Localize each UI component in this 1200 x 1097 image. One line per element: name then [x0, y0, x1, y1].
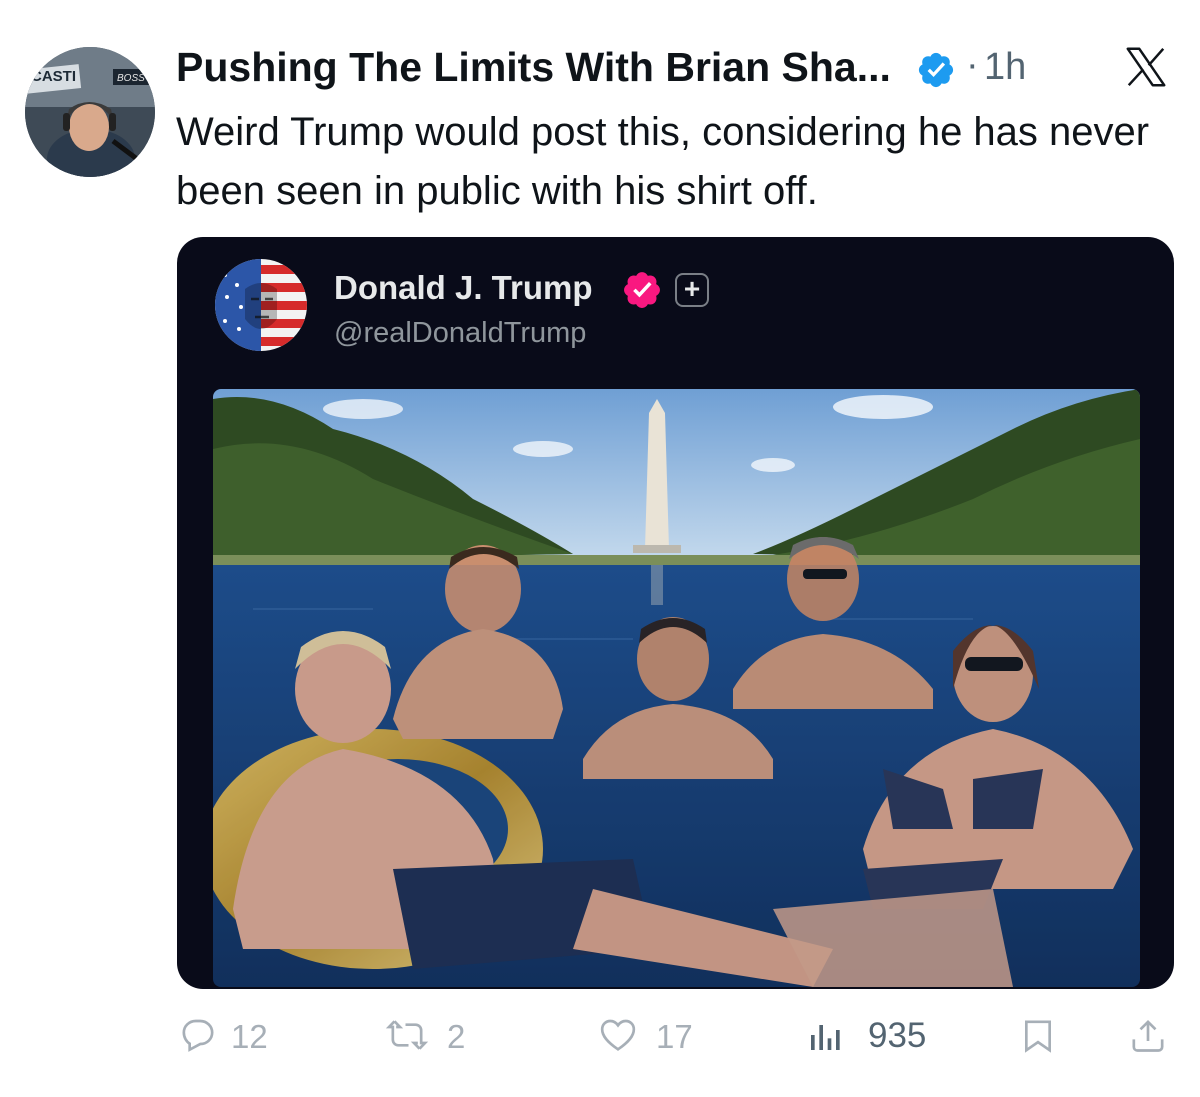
- post-header: Pushing The Limits With Brian Sha... · 1…: [176, 44, 1200, 96]
- author-avatar[interactable]: CASTI BOSS: [25, 47, 155, 177]
- share-button[interactable]: [1128, 1010, 1172, 1065]
- bookmark-button[interactable]: [1018, 1010, 1062, 1065]
- quoted-author-name[interactable]: Donald J. Trump: [334, 269, 593, 307]
- x-logo-icon[interactable]: [1122, 44, 1170, 90]
- author-avatar-image: CASTI BOSS: [25, 47, 155, 177]
- reply-icon: [182, 1019, 214, 1052]
- post-timestamp[interactable]: 1h: [984, 46, 1026, 89]
- pool-scene-image: [213, 389, 1140, 987]
- reply-button[interactable]: 12: [178, 1010, 288, 1065]
- avatar-sign-text: CASTI: [31, 68, 76, 85]
- repost-count: 2: [447, 1018, 466, 1055]
- repost-button[interactable]: 2: [385, 1010, 495, 1065]
- bookmark-icon: [1025, 1020, 1051, 1053]
- views-icon: [811, 1025, 840, 1050]
- verified-badge-icon: [624, 272, 660, 308]
- views-count: 935: [868, 1016, 927, 1055]
- views-button[interactable]: 935: [806, 1010, 946, 1065]
- quoted-post-card[interactable]: Donald J. Trump + @realDonaldTrump: [177, 237, 1174, 989]
- author-name[interactable]: Pushing The Limits With Brian Sha...: [176, 44, 891, 91]
- share-icon: [1132, 1019, 1164, 1052]
- like-count: 17: [656, 1018, 693, 1055]
- separator-dot: ·: [966, 44, 979, 86]
- reply-count: 12: [231, 1018, 268, 1055]
- post-text: Weird Trump would post this, considering…: [176, 110, 1150, 213]
- repost-icon: [385, 1020, 429, 1050]
- like-button[interactable]: 17: [596, 1010, 706, 1065]
- verified-badge-icon: [918, 52, 954, 88]
- flag-portrait-image: [215, 259, 307, 351]
- quoted-post-image[interactable]: [213, 389, 1140, 987]
- avatar-brand-text: BOSS: [117, 73, 145, 84]
- quoted-author-avatar[interactable]: [215, 259, 307, 351]
- plus-icon: +: [675, 273, 709, 307]
- quoted-author-handle: @realDonaldTrump: [334, 317, 587, 349]
- like-icon: [600, 1019, 636, 1051]
- post-actions: 12 2 17 935: [0, 1010, 1200, 1065]
